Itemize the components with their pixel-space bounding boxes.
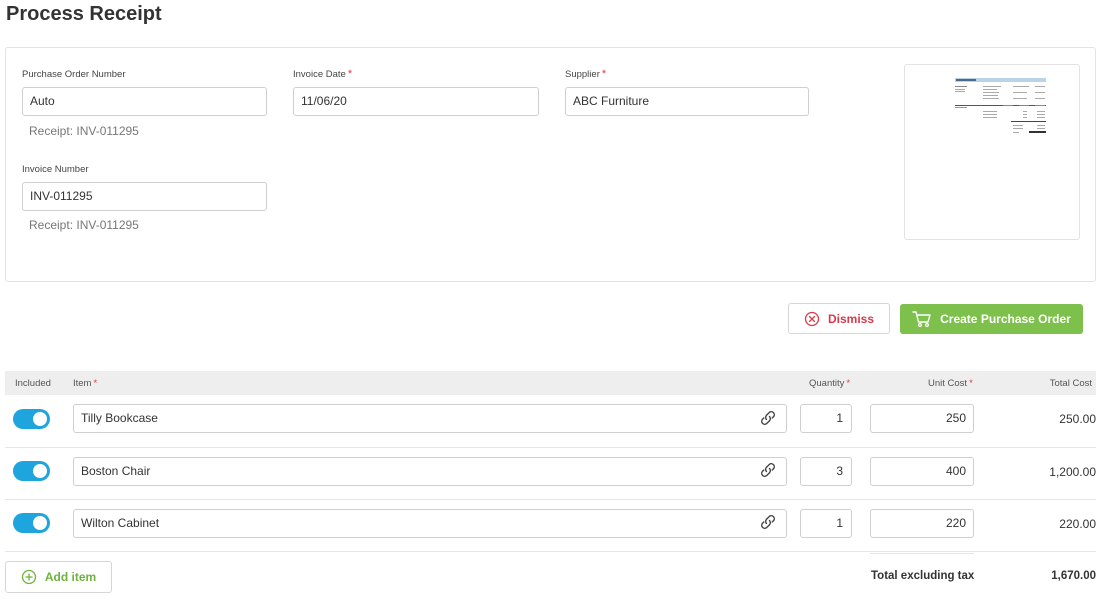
table-row: Tilly Bookcase 1 250 250.00 [5,396,1096,448]
link-icon[interactable] [757,407,779,429]
total-cost-cell: 1,200.00 [1049,465,1096,479]
page-title: Process Receipt [6,3,162,25]
quantity-input[interactable]: 3 [800,457,852,486]
total-cost-cell: 250.00 [1059,412,1096,426]
header-item: Item * [73,378,98,389]
invoice-number-input[interactable]: INV-011295 [22,182,267,211]
included-toggle[interactable] [13,461,50,481]
items-table-header: Included Item * Quantity * Unit Cost * Tota… [5,371,1096,395]
shopping-cart-icon [912,311,931,328]
create-purchase-order-button[interactable]: Create Purchase Order [900,304,1083,334]
plus-circle-icon [21,569,36,585]
unit-cost-input[interactable]: 400 [870,457,974,486]
header-quantity: Quantity * [809,378,851,389]
create-purchase-order-label: Create Purchase Order [940,312,1071,326]
invoice-date-label: Invoice Date * [293,68,353,80]
receipt-preview-image [955,78,1046,133]
receipt-form-card: Purchase Order Number Auto Receipt: INV-… [5,47,1096,282]
supplier-input[interactable]: ABC Furniture [565,87,809,116]
table-row: Boston Chair 3 400 1,200.00 [5,448,1096,500]
header-total-cost: Total Cost [1049,378,1092,389]
item-input[interactable]: Tilly Bookcase [73,404,787,433]
po-number-hint: Receipt: INV-011295 [29,124,139,138]
invoice-number-label: Invoice Number [22,164,89,175]
unit-cost-input[interactable]: 220 [870,509,974,538]
link-icon[interactable] [757,511,779,533]
total-excluding-tax-label: Total excluding tax [871,570,975,582]
total-excluding-tax-value: 1,670.00 [1051,570,1096,582]
unit-cost-input[interactable]: 250 [870,404,974,433]
po-number-label: Purchase Order Number [22,69,126,80]
invoice-date-input[interactable]: 11/06/20 [293,87,539,116]
supplier-label: Supplier * [565,68,607,80]
dismiss-button[interactable]: Dismiss [788,303,890,334]
item-input[interactable]: Wilton Cabinet [73,509,787,538]
table-row: Wilton Cabinet 1 220 220.00 [5,500,1096,552]
receipt-thumbnail[interactable] [904,64,1080,240]
dismiss-button-label: Dismiss [827,311,875,326]
header-unit-cost: Unit Cost * [928,378,973,389]
add-item-button[interactable]: Add item [5,561,112,593]
po-number-input[interactable]: Auto [22,87,267,116]
total-divider [870,553,974,554]
included-toggle[interactable] [13,409,50,429]
total-cost-cell: 220.00 [1059,517,1096,531]
item-input[interactable]: Boston Chair [73,457,787,486]
link-icon[interactable] [757,459,779,481]
quantity-input[interactable]: 1 [800,404,852,433]
close-circle-icon [804,311,820,326]
header-included: Included [15,378,51,389]
quantity-input[interactable]: 1 [800,509,852,538]
included-toggle[interactable] [13,513,50,533]
invoice-number-hint: Receipt: INV-011295 [29,218,139,232]
add-item-label: Add item [44,570,97,584]
